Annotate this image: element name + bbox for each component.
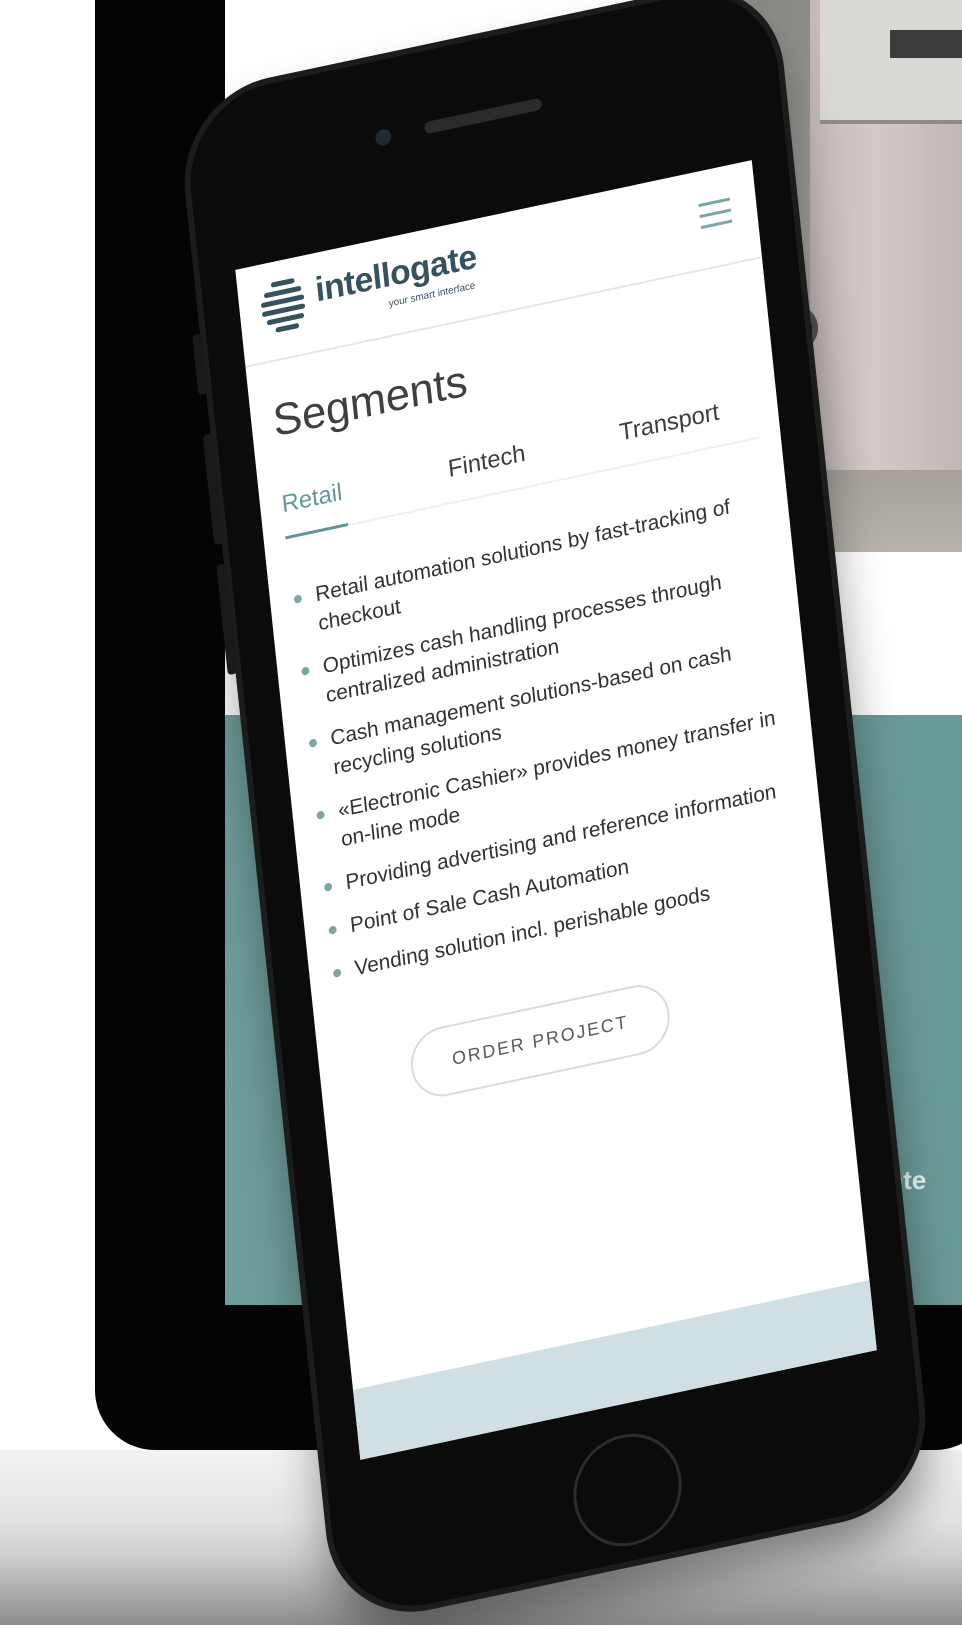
volume-down-button bbox=[216, 563, 238, 676]
active-tab-indicator bbox=[285, 523, 349, 540]
earpiece-speaker bbox=[423, 97, 543, 135]
hamburger-menu-icon[interactable] bbox=[698, 197, 733, 238]
smartphone: intellogate your smart interface Segment… bbox=[181, 0, 929, 1623]
front-camera-icon bbox=[374, 127, 393, 147]
phone-wrapper: intellogate your smart interface Segment… bbox=[0, 0, 962, 1625]
phone-screen: intellogate your smart interface Segment… bbox=[235, 160, 877, 1460]
tab-transport[interactable]: Transport bbox=[618, 398, 721, 447]
feature-list: Retail automation solutions by fast-trac… bbox=[269, 480, 828, 993]
tab-fintech[interactable]: Fintech bbox=[447, 440, 527, 484]
order-project-button[interactable]: ORDER PROJECT bbox=[407, 978, 674, 1103]
volume-up-button bbox=[202, 433, 225, 546]
footer-strip bbox=[352, 1280, 877, 1460]
mute-switch bbox=[192, 333, 209, 396]
tab-retail[interactable]: Retail bbox=[281, 479, 344, 520]
logo-icon[interactable] bbox=[259, 276, 310, 340]
home-button[interactable] bbox=[567, 1423, 688, 1557]
